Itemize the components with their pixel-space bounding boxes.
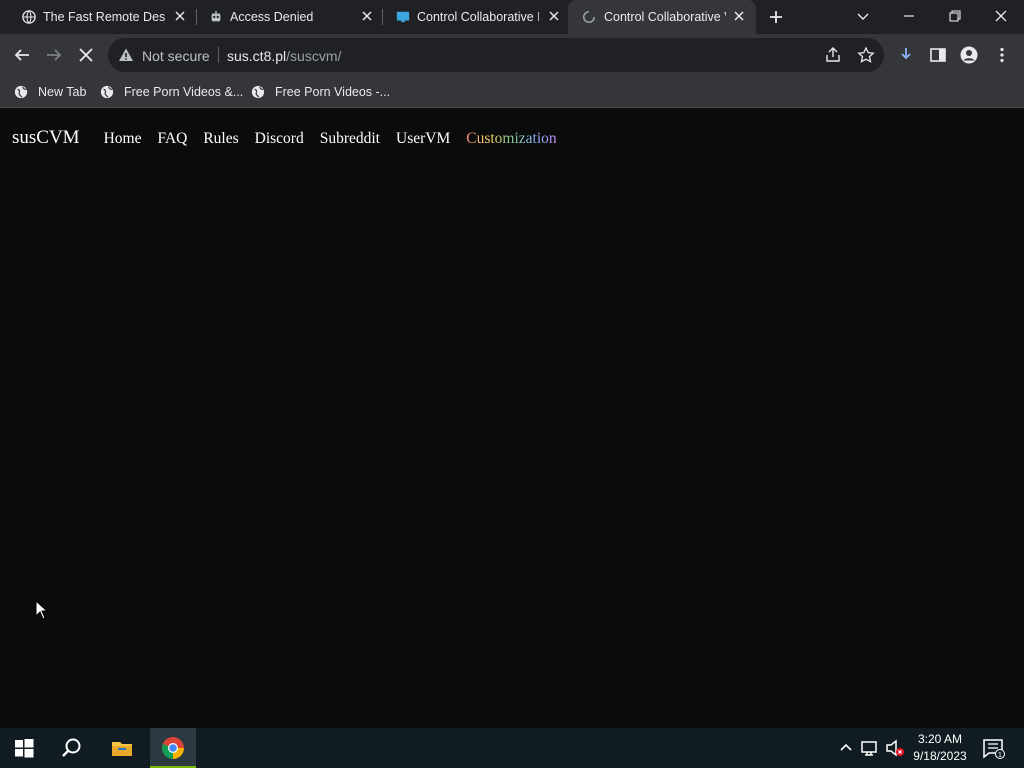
share-icon[interactable]	[824, 46, 842, 64]
tab-title: Access Denied	[230, 10, 314, 24]
nav-home[interactable]: Home	[104, 130, 142, 148]
bookmark-free-porn-videos-2[interactable]: Free Porn Videos -...	[251, 83, 390, 101]
profile-avatar-icon[interactable]	[960, 46, 978, 64]
nav-rules[interactable]: Rules	[203, 130, 238, 148]
url-text[interactable]: sus.ct8.pl/suscvm/	[227, 48, 341, 64]
show-hidden-icons-chevron-icon[interactable]	[834, 736, 858, 760]
menu-kebab-icon[interactable]	[993, 46, 1011, 64]
forward-icon[interactable]	[45, 46, 63, 64]
restore-icon[interactable]	[947, 8, 963, 24]
bookmark-star-icon[interactable]	[857, 46, 875, 64]
bookmark-label: Free Porn Videos -...	[275, 85, 391, 99]
bookmark-free-porn-videos-1[interactable]: Free Porn Videos &...	[100, 83, 243, 101]
globe-icon	[14, 85, 28, 99]
back-icon[interactable]	[13, 46, 31, 64]
bookmark-new-tab[interactable]: New Tab	[14, 83, 86, 101]
site-brand[interactable]: susCVM	[12, 127, 80, 149]
browser-toolbar: Not secure sus.ct8.pl/suscvm/	[0, 34, 1024, 76]
file-explorer-icon[interactable]	[110, 736, 134, 760]
side-panel-icon[interactable]	[929, 46, 947, 64]
site-nav: susCVM Home FAQ Rules Discord Subreddit …	[12, 127, 573, 149]
clock-time: 3:20 AM	[917, 732, 963, 746]
windows-start-icon[interactable]	[12, 736, 36, 760]
globe-icon	[100, 85, 114, 99]
nav-discord[interactable]: Discord	[255, 130, 304, 148]
globe-icon	[22, 10, 36, 24]
bookmark-label: Free Porn Videos &...	[124, 85, 244, 99]
tab-search-chevron-icon[interactable]	[855, 8, 871, 24]
tab-title: Control Collaborative D	[417, 10, 539, 24]
nav-uservm[interactable]: UserVM	[396, 130, 450, 148]
action-center-icon[interactable]: 1	[981, 736, 1005, 760]
notification-count: 1	[998, 752, 1002, 759]
close-icon[interactable]	[548, 10, 560, 22]
download-icon[interactable]	[897, 46, 915, 64]
tab-2[interactable]: Access Denied	[187, 0, 383, 34]
monitor-icon	[396, 11, 410, 23]
search-icon[interactable]	[60, 736, 84, 760]
tab-title: The Fast Remote Deskt	[43, 10, 165, 24]
stop-loading-icon[interactable]	[77, 46, 95, 64]
windows-taskbar: 3:20 AM 9/18/2023 1	[0, 728, 1024, 768]
window-close-icon[interactable]	[993, 8, 1009, 24]
security-status[interactable]: Not secure	[142, 48, 210, 64]
close-icon[interactable]	[361, 10, 373, 22]
chrome-icon[interactable]	[161, 736, 185, 760]
url-host: sus.ct8.pl	[227, 48, 287, 64]
tab-1[interactable]: The Fast Remote Deskt	[0, 0, 196, 34]
tab-title: Control Collaborative V	[604, 10, 726, 24]
bookmarks-bar: New Tab Free Porn Videos &... Free Porn …	[0, 76, 1024, 108]
robot-icon	[211, 10, 221, 22]
volume-muted-icon[interactable]	[883, 736, 907, 760]
system-clock[interactable]: 3:20 AM 9/18/2023	[908, 731, 972, 765]
network-icon[interactable]	[858, 736, 882, 760]
minimize-icon[interactable]	[901, 8, 917, 24]
nav-faq[interactable]: FAQ	[157, 130, 187, 148]
nav-subreddit[interactable]: Subreddit	[320, 130, 380, 148]
tab-strip: The Fast Remote Deskt Access Denied Cont…	[0, 0, 1024, 34]
new-tab-icon[interactable]	[768, 9, 784, 25]
globe-icon	[251, 85, 265, 99]
tab-4-active[interactable]: Control Collaborative V	[568, 0, 756, 34]
url-path: /suscvm/	[286, 48, 342, 64]
clock-date: 9/18/2023	[913, 749, 967, 763]
tab-3[interactable]: Control Collaborative D	[374, 0, 570, 34]
address-bar[interactable]: Not secure sus.ct8.pl/suscvm/	[108, 38, 884, 72]
web-page: susCVM Home FAQ Rules Discord Subreddit …	[0, 109, 1024, 728]
warning-icon[interactable]	[118, 47, 134, 63]
loading-icon	[583, 10, 596, 23]
close-icon[interactable]	[733, 10, 745, 22]
nav-customization[interactable]: Customization	[466, 130, 556, 148]
close-icon[interactable]	[174, 10, 186, 22]
mouse-cursor-icon	[35, 600, 49, 620]
bookmark-label: New Tab	[38, 85, 87, 99]
